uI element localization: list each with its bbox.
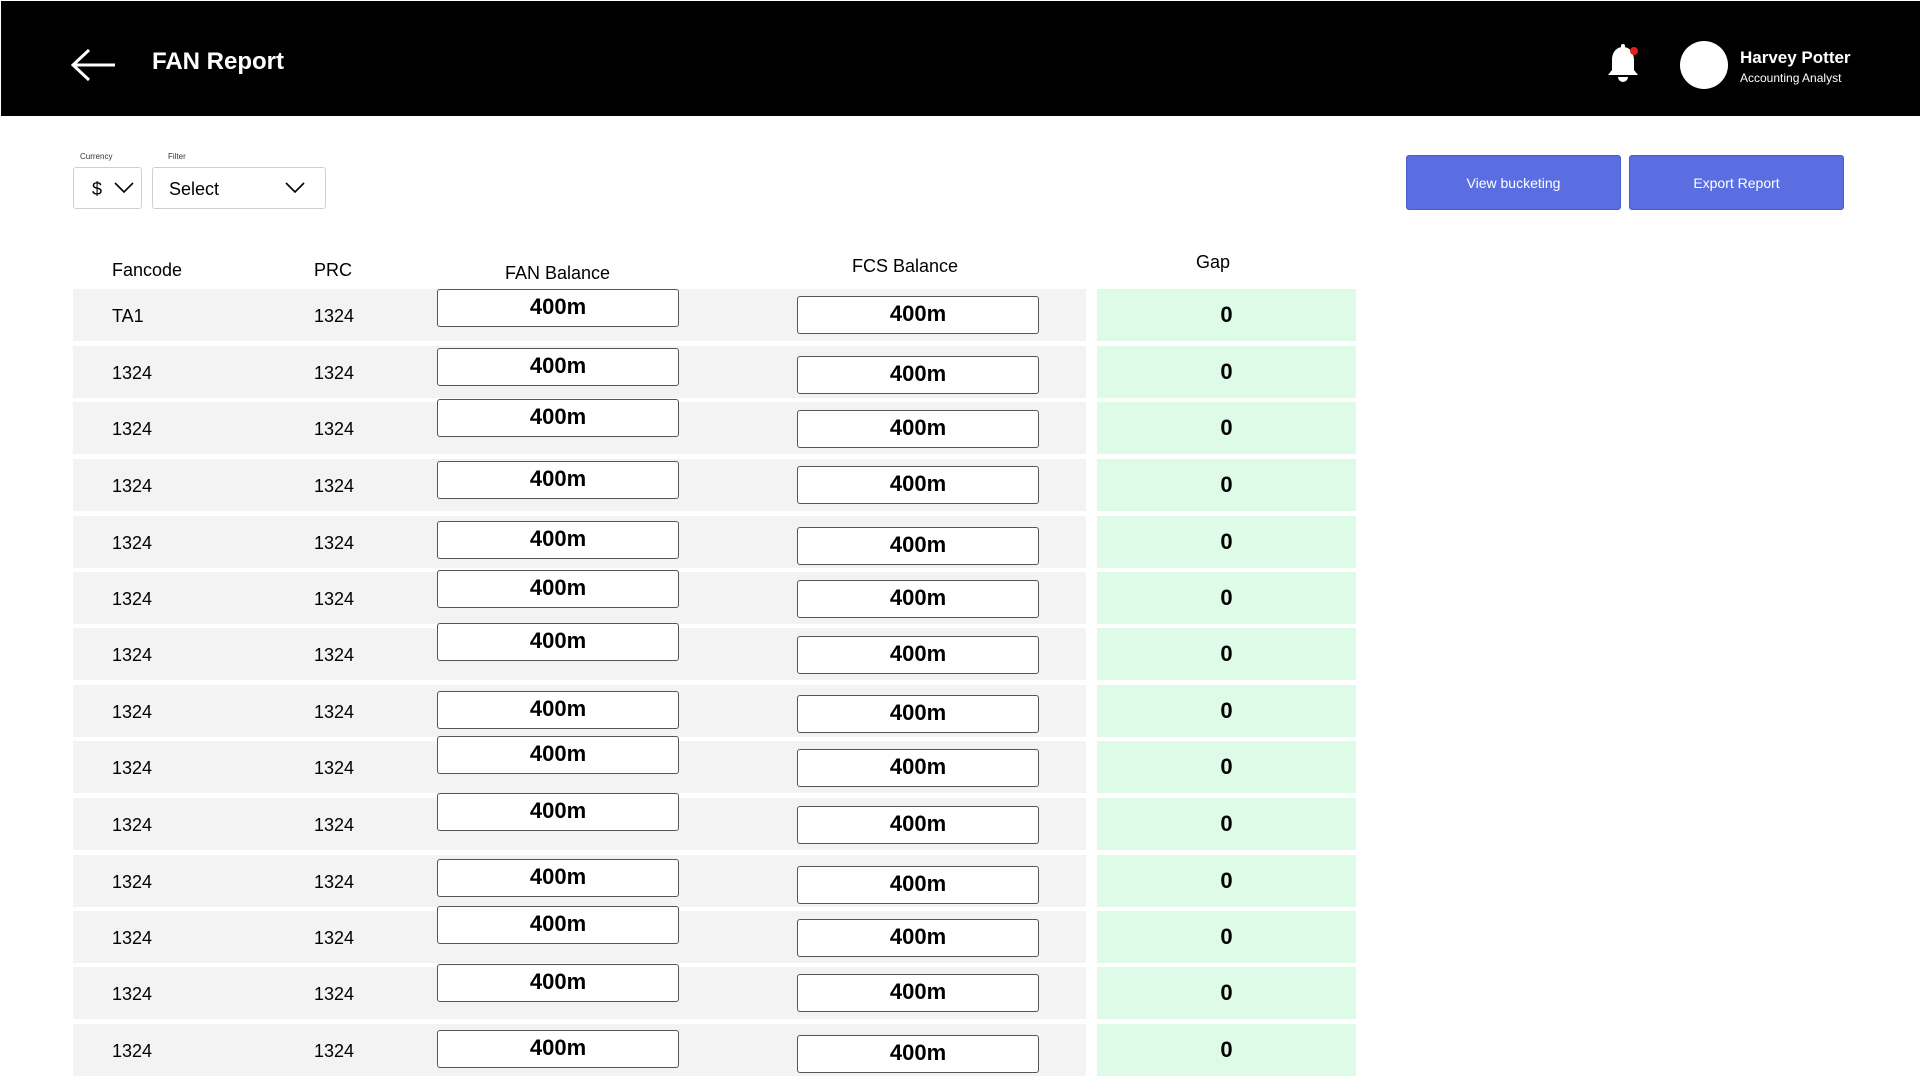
fcs-balance-field[interactable]: 400m — [797, 356, 1039, 394]
fan-balance-field[interactable]: 400m — [437, 289, 679, 327]
fancode-cell: TA1 — [112, 306, 144, 326]
fcs-balance-field[interactable]: 400m — [797, 749, 1039, 787]
gap-cell: 0 — [1097, 685, 1356, 737]
prc-cell: 1324 — [314, 702, 355, 722]
fcs-balance-field[interactable]: 400m — [797, 806, 1039, 844]
fan-balance-field[interactable]: 400m — [437, 570, 679, 608]
gap-cell: 0 — [1097, 346, 1356, 398]
fcs-balance-field[interactable]: 400m — [797, 466, 1039, 504]
page-title: FAN Report — [152, 48, 284, 75]
prc-cell: 1324 — [314, 589, 355, 609]
fancode-cell: 1324 — [112, 533, 153, 553]
gap-cell: 0 — [1097, 911, 1356, 963]
fcs-balance-field[interactable]: 400m — [797, 636, 1039, 674]
gap-cell: 0 — [1097, 1024, 1356, 1076]
fan-balance-field[interactable]: 400m — [437, 793, 679, 831]
filter-select[interactable]: Select — [152, 167, 326, 209]
export-report-button[interactable]: Export Report — [1629, 155, 1844, 210]
prc-cell: 1324 — [314, 815, 355, 835]
filter-label: Filter — [168, 152, 186, 161]
fan-balance-field[interactable]: 400m — [437, 691, 679, 729]
gap-cell: 0 — [1097, 572, 1356, 624]
bell-icon — [1608, 44, 1638, 82]
fancode-cell: 1324 — [112, 758, 153, 778]
fan-balance-field[interactable]: 400m — [437, 521, 679, 559]
gap-cell: 0 — [1097, 628, 1356, 680]
prc-cell: 1324 — [314, 419, 355, 439]
prc-cell: 1324 — [314, 363, 355, 383]
prc-cell: 1324 — [314, 928, 355, 948]
notifications-button[interactable] — [1605, 43, 1641, 85]
gap-cell: 0 — [1097, 855, 1356, 907]
currency-value: $ — [92, 179, 103, 199]
fancode-cell: 1324 — [112, 984, 153, 1004]
fan-balance-field[interactable]: 400m — [437, 859, 679, 897]
fancode-cell: 1324 — [112, 363, 153, 383]
fcs-balance-field[interactable]: 400m — [797, 296, 1039, 334]
view-bucketing-button[interactable]: View bucketing — [1406, 155, 1621, 210]
fan-balance-field[interactable]: 400m — [437, 623, 679, 661]
fan-balance-field[interactable]: 400m — [437, 399, 679, 437]
prc-cell: 1324 — [314, 1041, 355, 1061]
gap-cell: 0 — [1097, 967, 1356, 1019]
gap-cell: 0 — [1097, 516, 1356, 568]
fan-balance-field[interactable]: 400m — [437, 906, 679, 944]
fcs-balance-field[interactable]: 400m — [797, 527, 1039, 565]
fancode-cell: 1324 — [112, 815, 153, 835]
fancode-cell: 1324 — [112, 872, 153, 892]
fancode-cell: 1324 — [112, 702, 153, 722]
top-bar: FAN Report Harvey Potter Accounting Anal… — [1, 1, 1920, 116]
gap-cell: 0 — [1097, 741, 1356, 793]
fan-balance-field[interactable]: 400m — [437, 964, 679, 1002]
fancode-cell: 1324 — [112, 476, 153, 496]
prc-cell: 1324 — [314, 306, 355, 326]
gap-cell: 0 — [1097, 289, 1356, 341]
notification-dot — [1630, 47, 1638, 55]
fan-balance-field[interactable]: 400m — [437, 348, 679, 386]
column-header-fan-balance: FAN Balance — [505, 263, 611, 283]
prc-cell: 1324 — [314, 533, 355, 553]
fan-balance-field[interactable]: 400m — [437, 1030, 679, 1068]
fcs-balance-field[interactable]: 400m — [797, 410, 1039, 448]
fancode-cell: 1324 — [112, 928, 153, 948]
fan-balance-field[interactable]: 400m — [437, 736, 679, 774]
gap-cell: 0 — [1097, 459, 1356, 511]
prc-cell: 1324 — [314, 872, 355, 892]
fcs-balance-field[interactable]: 400m — [797, 866, 1039, 904]
column-header-gap: Gap — [1196, 252, 1231, 272]
fcs-balance-field[interactable]: 400m — [797, 580, 1039, 618]
column-header-prc: PRC — [314, 260, 353, 280]
prc-cell: 1324 — [314, 645, 355, 665]
gap-cell: 0 — [1097, 798, 1356, 850]
chevron-down-icon — [285, 182, 305, 194]
column-header-fancode: Fancode — [112, 260, 183, 280]
back-button[interactable] — [69, 45, 119, 85]
gap-cell: 0 — [1097, 402, 1356, 454]
fancode-cell: 1324 — [112, 419, 153, 439]
column-header-fcs-balance: FCS Balance — [852, 256, 959, 276]
fancode-cell: 1324 — [112, 1041, 153, 1061]
chevron-down-icon — [114, 182, 134, 194]
fcs-balance-field[interactable]: 400m — [797, 974, 1039, 1012]
fcs-balance-field[interactable]: 400m — [797, 695, 1039, 733]
user-role: Accounting Analyst — [1740, 71, 1842, 85]
user-name: Harvey Potter — [1740, 48, 1851, 67]
fancode-cell: 1324 — [112, 645, 153, 665]
currency-label: Currency — [80, 152, 113, 161]
currency-select[interactable]: $ — [73, 167, 142, 209]
prc-cell: 1324 — [314, 758, 355, 778]
arrow-left-icon — [70, 48, 115, 82]
prc-cell: 1324 — [314, 984, 355, 1004]
fan-balance-field[interactable]: 400m — [437, 461, 679, 499]
fancode-cell: 1324 — [112, 589, 153, 609]
filter-value: Select — [169, 179, 220, 199]
fcs-balance-field[interactable]: 400m — [797, 1035, 1039, 1073]
prc-cell: 1324 — [314, 476, 355, 496]
fcs-balance-field[interactable]: 400m — [797, 919, 1039, 957]
avatar[interactable] — [1680, 41, 1728, 89]
